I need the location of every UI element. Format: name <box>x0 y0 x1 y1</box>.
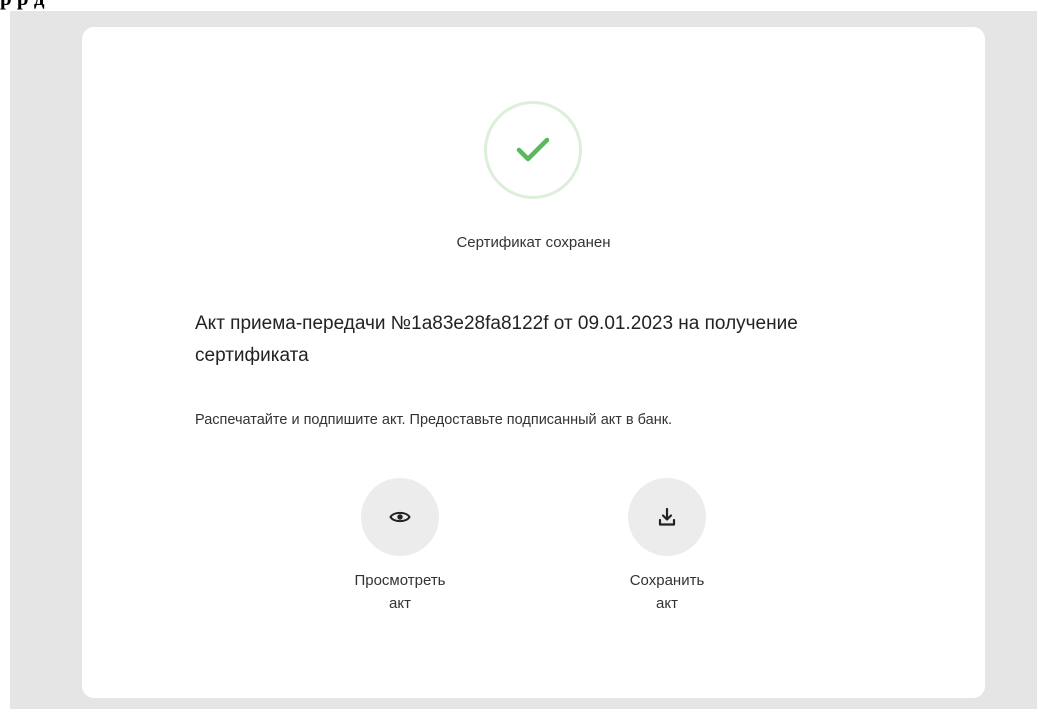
save-act-label-line1: Сохранить <box>629 572 705 589</box>
save-act-button[interactable]: Сохранить акт <box>587 478 747 615</box>
check-icon <box>516 137 550 162</box>
save-act-label[interactable]: Сохранить акт <box>587 569 747 615</box>
download-icon <box>658 507 676 526</box>
save-act-icon-circle[interactable] <box>628 478 706 556</box>
eye-icon <box>389 511 411 523</box>
view-act-label-line2: акт <box>389 595 411 612</box>
view-act-label[interactable]: Просмотреть акт <box>320 569 480 615</box>
save-act-label-line2: акт <box>656 595 678 612</box>
view-act-icon-circle[interactable] <box>361 478 439 556</box>
view-act-button[interactable]: Просмотреть акт <box>320 478 480 615</box>
success-indicator <box>484 101 582 199</box>
instruction-text: Распечатайте и подпишите акт. Предоставь… <box>195 412 673 428</box>
view-act-label-line1: Просмотреть <box>354 572 446 589</box>
page-heading-fragment: р р д <box>0 0 300 10</box>
act-title: Акт приема-передачи №1a83e28fa8122f от 0… <box>195 313 798 366</box>
result-card: Сертификат сохранен Акт приема-передачи … <box>82 27 985 698</box>
status-message: Сертификат сохранен <box>456 234 611 251</box>
